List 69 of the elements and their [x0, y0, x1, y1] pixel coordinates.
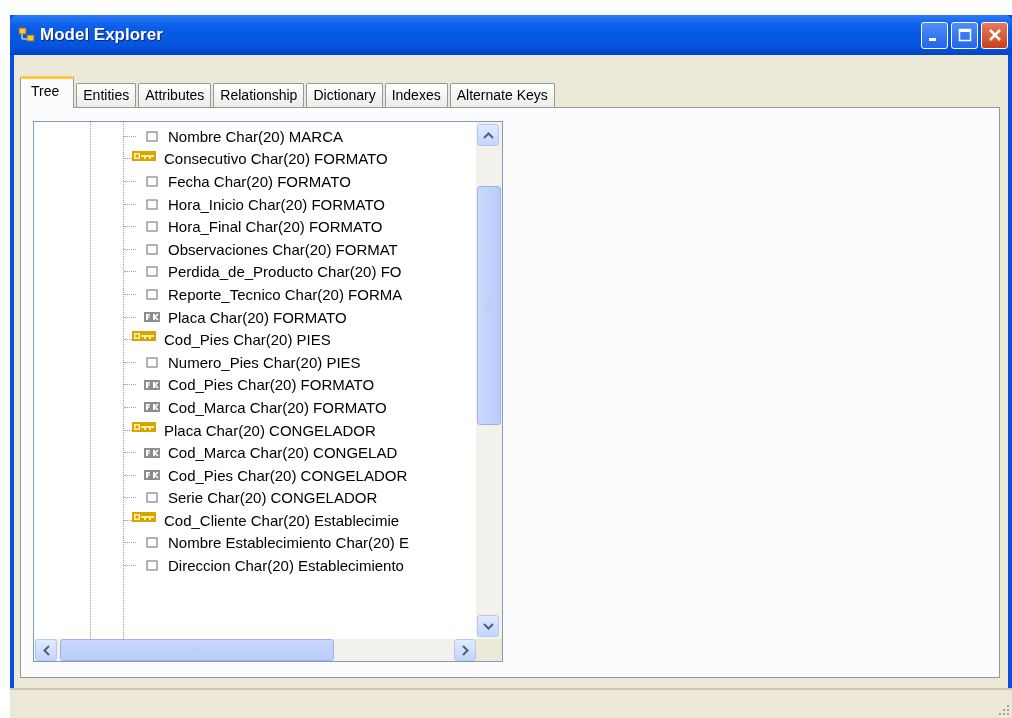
tree-item[interactable]: Cod_Pies Char(20) CONGELADOR: [168, 466, 408, 484]
tree-item[interactable]: Reporte_Tecnico Char(20) FORMA: [168, 285, 403, 303]
key-icon: [132, 331, 156, 342]
chevron-up-icon: [482, 131, 494, 139]
close-button[interactable]: [981, 21, 1008, 49]
attribute-icon: [146, 537, 158, 549]
tree-item[interactable]: Cod_Pies Char(20) PIES: [164, 331, 331, 349]
tab[interactable]: Relationship: [213, 83, 305, 107]
attribute-icon: [146, 266, 158, 278]
key-icon: [132, 512, 156, 523]
tab[interactable]: Attributes: [138, 83, 212, 107]
tag-icon: [144, 402, 160, 413]
minimize-button[interactable]: [921, 21, 948, 49]
tree-item[interactable]: Placa Char(20) FORMATO: [168, 308, 347, 326]
tree-item[interactable]: Cod_Marca Char(20) FORMATO: [168, 398, 387, 416]
scroll-right-button[interactable]: [454, 639, 476, 661]
tab[interactable]: Alternate Keys: [449, 83, 555, 107]
tree-item[interactable]: Nombre Char(20) MARCA: [168, 127, 344, 145]
scrollbar-corner: [476, 639, 502, 661]
tree-item[interactable]: Serie Char(20) CONGELADOR: [168, 489, 378, 507]
maximize-button[interactable]: [951, 21, 978, 49]
window-title: Model Explorer: [40, 25, 164, 45]
scroll-thumb[interactable]: [477, 186, 501, 425]
attribute-icon: [146, 288, 158, 300]
attribute-icon: [146, 130, 158, 142]
horizontal-scrollbar[interactable]: [34, 639, 502, 661]
tab[interactable]: Indexes: [384, 83, 448, 107]
attribute-icon: [146, 243, 158, 255]
scroll-left-button[interactable]: [35, 639, 57, 661]
tree-item[interactable]: Cod_Pies Char(20) FORMATO: [168, 376, 375, 394]
tree-item[interactable]: Nombre Establecimiento Char(20) E: [168, 534, 409, 552]
attribute-icon: [146, 492, 158, 504]
scroll-up-button[interactable]: [477, 124, 499, 146]
maximize-icon: [957, 28, 972, 42]
tree-item[interactable]: Hora_Final Char(20) FORMATO: [168, 218, 383, 236]
tab[interactable]: Dictionary: [306, 83, 383, 107]
tree-item[interactable]: Consecutivo Char(20) FORMATO: [164, 150, 388, 168]
scroll-thumb[interactable]: [60, 639, 334, 661]
tree-item[interactable]: Cod_Marca Char(20) CONGELAD: [168, 444, 398, 462]
minimize-icon: [929, 38, 936, 41]
tree-item[interactable]: Placa Char(20) CONGELADOR: [164, 421, 376, 439]
tag-icon: [144, 470, 160, 481]
tree-item[interactable]: Hora_Inicio Char(20) FORMATO: [168, 195, 385, 213]
tag-icon: [144, 379, 160, 390]
tag-icon: [144, 312, 160, 323]
tree-item[interactable]: Cod_Cliente Char(20) Establecimie: [164, 511, 400, 529]
vertical-scrollbar[interactable]: [476, 122, 502, 639]
resize-grip-icon[interactable]: [998, 704, 1010, 716]
attribute-icon: [146, 198, 158, 210]
chevron-left-icon: [42, 644, 50, 656]
attribute-icon: [146, 221, 158, 233]
tag-icon: [144, 447, 160, 458]
attribute-icon: [146, 560, 158, 572]
tab[interactable]: Tree: [20, 76, 75, 108]
scroll-down-button[interactable]: [477, 615, 499, 637]
close-icon: [987, 28, 1002, 42]
key-icon: [132, 150, 156, 161]
attribute-icon: [146, 176, 158, 187]
app-icon: [18, 27, 36, 43]
chevron-right-icon: [461, 644, 469, 656]
tab[interactable]: Entities: [76, 83, 137, 107]
tree-item[interactable]: Observaciones Char(20) FORMAT: [168, 240, 398, 258]
tree-item[interactable]: Numero_Pies Char(20) PIES: [168, 353, 361, 371]
chevron-down-icon: [482, 622, 494, 630]
attribute-icon: [146, 356, 158, 368]
key-icon: [132, 421, 156, 432]
tree-item[interactable]: Fecha Char(20) FORMATO: [168, 173, 351, 190]
tree-item[interactable]: Direccion Char(20) Establecimiento: [168, 557, 404, 575]
tree-item[interactable]: Perdida_de_Producto Char(20) FO: [168, 263, 402, 281]
